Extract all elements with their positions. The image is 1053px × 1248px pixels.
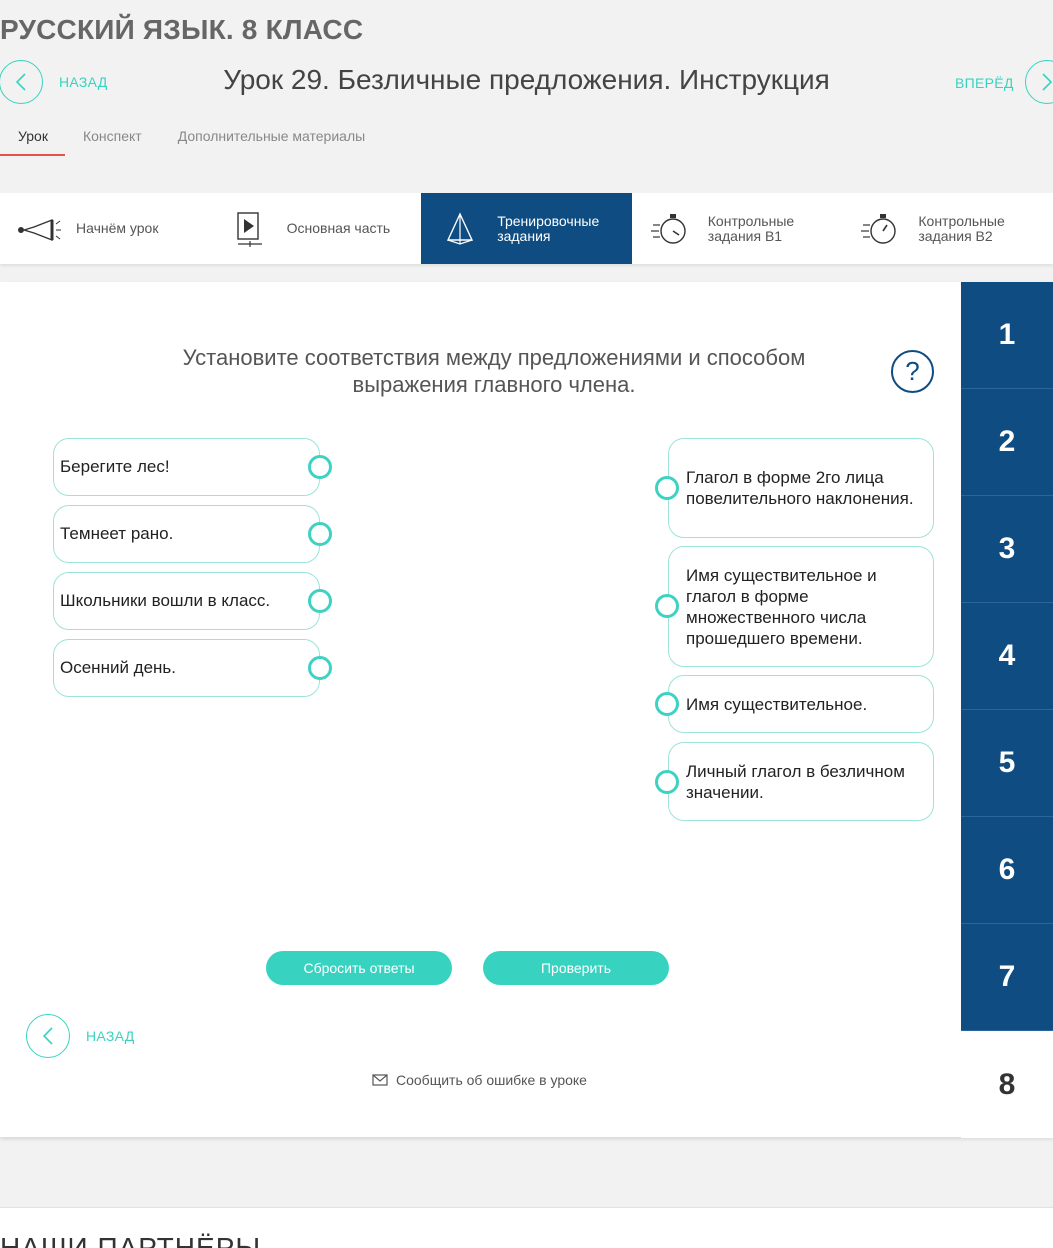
step-label-line2: задания В2 (918, 227, 993, 244)
match-connector-dot[interactable] (655, 594, 679, 618)
step-label: Контрольные (918, 212, 1005, 229)
task-number-2[interactable]: 2 (961, 389, 1053, 496)
reset-answers-button[interactable]: Сбросить ответы (266, 951, 452, 985)
partners-title: НАШИ ПАРТНЁРЫ (0, 1232, 262, 1248)
bottom-back-button[interactable] (26, 1014, 70, 1058)
match-right-text: Имя существительное и глагол в форме мно… (686, 565, 877, 648)
step-label-group: Контрольные задания В2 (918, 212, 1005, 244)
match-right-item[interactable]: Имя существительное и глагол в форме мно… (668, 546, 934, 667)
pyramid-icon (437, 209, 483, 249)
check-button[interactable]: Проверить (483, 951, 669, 985)
play-icon (227, 209, 273, 249)
task-number-6[interactable]: 6 (961, 817, 1053, 924)
match-left-item[interactable]: Осенний день. (53, 639, 320, 697)
match-right-text: Имя существительное. (686, 694, 868, 714)
match-connector-dot[interactable] (308, 455, 332, 479)
match-left-item[interactable]: Темнеет рано. (53, 505, 320, 563)
step-label-group: Тренировочные задания (497, 212, 600, 244)
task-number-4[interactable]: 4 (961, 603, 1053, 710)
match-right-item[interactable]: Личный глагол в безличном значении. (668, 742, 934, 821)
match-connector-dot[interactable] (308, 522, 332, 546)
match-right-item[interactable]: Глагол в форме 2го лица повелительного н… (668, 438, 934, 538)
match-connector-dot[interactable] (655, 770, 679, 794)
task-number-3[interactable]: 3 (961, 496, 1053, 603)
step-label-line2: задания (497, 227, 551, 244)
step-training-tasks[interactable]: Тренировочные задания (421, 193, 632, 264)
match-connector-dot[interactable] (655, 476, 679, 500)
forward-link[interactable]: ВПЕРЁД (955, 75, 1014, 91)
lesson-tabs: Урок Конспект Дополнительные материалы (0, 128, 401, 156)
step-main-part[interactable]: Основная часть (211, 193, 422, 264)
course-title: РУССКИЙ ЯЗЫК. 8 КЛАСС (0, 14, 364, 45)
stopwatch-icon (648, 209, 694, 249)
task-number-7[interactable]: 7 (961, 924, 1053, 1031)
lesson-title: Урок 29. Безличные предложения. Инструкц… (223, 64, 830, 95)
envelope-icon (372, 1074, 388, 1086)
chevron-left-icon (42, 1027, 53, 1045)
report-error-label: Сообщить об ошибке в уроке (396, 1072, 587, 1088)
chevron-right-icon (1042, 73, 1053, 91)
match-connector-dot[interactable] (308, 589, 332, 613)
task-number-5[interactable]: 5 (961, 710, 1053, 817)
tab-additional-materials[interactable]: Дополнительные материалы (178, 128, 365, 156)
task-number-1[interactable]: 1 (961, 282, 1053, 389)
task-number-list: 1 2 3 4 5 6 7 8 (961, 282, 1053, 1138)
question-mark-icon: ? (905, 356, 920, 386)
match-left-text: Берегите лес! (60, 457, 170, 476)
step-control-b2[interactable]: Контрольные задания В2 (842, 193, 1053, 264)
task-card: Установите соответствия между предложени… (0, 282, 1053, 1138)
step-label: Контрольные (707, 212, 795, 229)
megaphone-icon (16, 209, 62, 249)
step-control-b1[interactable]: Контрольные задания В1 (632, 193, 843, 264)
report-error-link[interactable]: Сообщить об ошибке в уроке (372, 1072, 587, 1088)
match-right-text: Личный глагол в безличном значении. (686, 761, 905, 802)
match-left-text: Темнеет рано. (60, 524, 174, 543)
match-connector-dot[interactable] (655, 692, 679, 716)
task-number-8[interactable]: 8 (961, 1031, 1053, 1138)
step-label: Начнём урок (76, 220, 159, 236)
step-label-group: Контрольные задания В1 (707, 212, 795, 244)
tab-lesson[interactable]: Урок (0, 128, 65, 156)
step-label-line2: задания В1 (707, 227, 783, 244)
tab-summary[interactable]: Конспект (83, 128, 142, 156)
match-left-item[interactable]: Школьники вошли в класс. (53, 572, 320, 630)
help-button[interactable]: ? (891, 350, 934, 393)
step-label: Тренировочные (497, 212, 600, 229)
step-label: Основная часть (286, 220, 391, 236)
lesson-steps: Начнём урок Основная часть Тренировочные… (0, 193, 1053, 264)
match-left-text: Осенний день. (60, 658, 177, 677)
task-question: Установите соответствия между предложени… (182, 345, 806, 397)
step-start-lesson[interactable]: Начнём урок (0, 193, 211, 264)
match-left-text: Школьники вошли в класс. (60, 591, 271, 610)
match-connector-dot[interactable] (308, 656, 332, 680)
stopwatch-icon (858, 209, 904, 249)
bottom-back-link[interactable]: НАЗАД (86, 1028, 135, 1044)
match-right-item[interactable]: Имя существительное. (668, 675, 934, 733)
match-left-item[interactable]: Берегите лес! (53, 438, 320, 496)
match-right-text: Глагол в форме 2го лица повелительного н… (686, 468, 914, 508)
